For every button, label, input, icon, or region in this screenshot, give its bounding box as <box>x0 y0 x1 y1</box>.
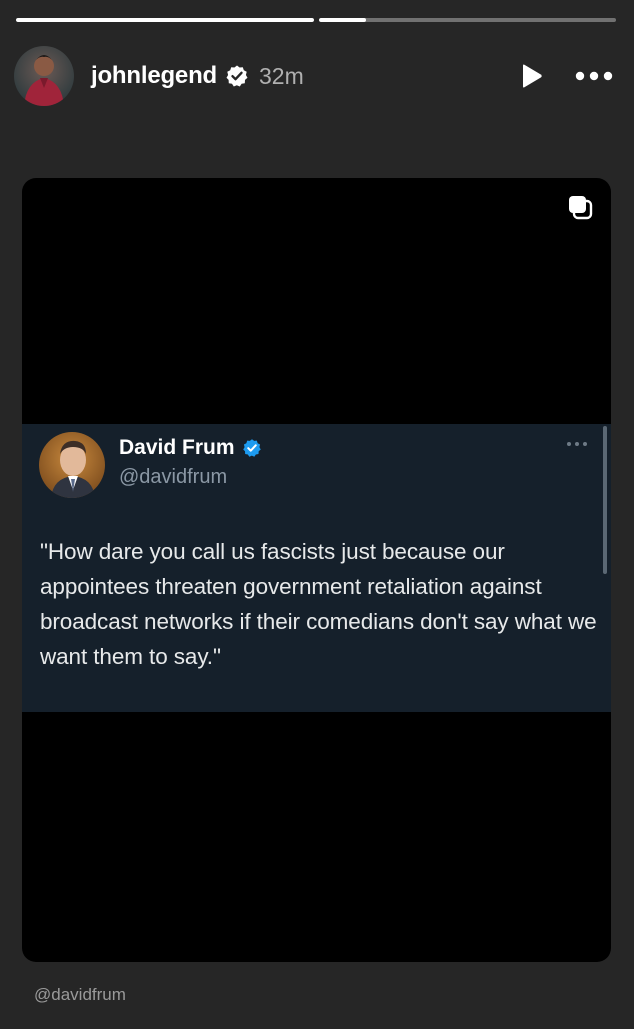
tweet-author-name: David Frum <box>119 436 262 460</box>
progress-segment <box>318 18 616 22</box>
tweet-author-avatar <box>39 432 105 498</box>
more-horizontal-icon[interactable] <box>565 437 589 449</box>
tweet-author-handle: @davidfrum <box>119 466 228 488</box>
tweet-card: David Frum @davidfrum "How dare you call… <box>22 424 611 712</box>
scrollbar <box>603 426 607 574</box>
username[interactable]: johnlegend <box>91 62 217 90</box>
story-viewer: johnlegend 32m David Frum @davidfrum "Ho… <box>0 0 634 1029</box>
tweet-author-name-text: David Frum <box>119 436 235 459</box>
story-media[interactable]: David Frum @davidfrum "How dare you call… <box>22 178 611 962</box>
story-progress <box>16 18 616 22</box>
verified-badge-icon <box>242 438 262 458</box>
tweet-text: "How dare you call us fascists just beca… <box>40 539 597 669</box>
progress-fill <box>318 18 367 22</box>
avatar[interactable] <box>14 46 74 106</box>
post-time: 32m <box>259 62 304 89</box>
verified-badge-icon <box>225 64 249 88</box>
progress-segment <box>16 18 314 22</box>
story-header: johnlegend 32m <box>14 45 620 107</box>
attribution-text: @davidfrum <box>34 985 126 1004</box>
progress-fill <box>16 18 314 22</box>
play-icon[interactable] <box>516 61 546 91</box>
more-horizontal-icon[interactable] <box>572 61 616 91</box>
multiple-items-icon <box>567 194 593 220</box>
